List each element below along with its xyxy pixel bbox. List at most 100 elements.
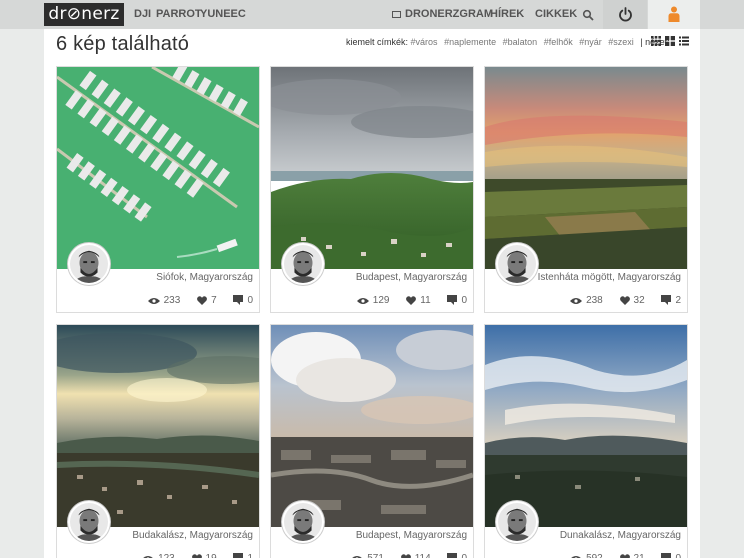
heart-icon: [406, 296, 417, 305]
comments-value: 0: [675, 553, 681, 558]
photo-location: Budapest, Magyarország: [355, 272, 467, 283]
likes-count[interactable]: 11: [406, 295, 431, 306]
author-avatar[interactable]: [496, 501, 538, 543]
nav-dronerzgram[interactable]: DRONERZGRAM: [392, 0, 493, 29]
grid-small-icon[interactable]: [651, 36, 661, 46]
comments-count[interactable]: 0: [661, 553, 681, 558]
nav-dji[interactable]: DJI: [134, 0, 151, 29]
comments-count[interactable]: 0: [447, 295, 467, 306]
views-count: 123: [142, 553, 175, 558]
nav-cikkek[interactable]: CIKKEK: [535, 0, 577, 29]
views-value: 238: [586, 295, 603, 306]
profile-button[interactable]: [648, 0, 700, 29]
comment-icon: [447, 295, 458, 305]
photo-location: Siófok, Magyarország: [156, 272, 253, 283]
photo-location: Budapest, Magyarország: [355, 530, 467, 541]
nav-parrot[interactable]: PARROT: [156, 0, 202, 29]
search-icon[interactable]: [582, 9, 594, 21]
comments-count[interactable]: 0: [447, 553, 467, 558]
page-title: 6 kép található: [56, 33, 190, 55]
list-view-icon[interactable]: [679, 36, 689, 46]
likes-value: 21: [634, 553, 645, 558]
power-icon: [619, 7, 632, 22]
eye-icon: [570, 298, 583, 304]
photo-location: Budakalász, Magyarország: [132, 530, 253, 541]
likes-count[interactable]: 114: [400, 553, 431, 558]
photo-thumbnail[interactable]: [485, 325, 687, 527]
photo-stats: 123 19 1: [128, 553, 253, 558]
tag-szexi[interactable]: #szexi: [608, 37, 634, 47]
views-value: 571: [367, 553, 384, 558]
topbar-spacer: [700, 0, 744, 29]
photo-thumbnail[interactable]: [271, 325, 473, 527]
heart-icon: [619, 554, 630, 558]
views-value: 129: [372, 295, 390, 306]
heart-icon: [400, 554, 411, 558]
likes-value: 7: [211, 295, 217, 306]
nav-yuneec[interactable]: YUNEEC: [200, 0, 246, 29]
tag-naplemente[interactable]: #naplemente: [444, 37, 496, 47]
top-navbar: dr⊘nerz DJI PARROT YUNEEC DRONERZGRAM HÍ…: [0, 0, 744, 29]
author-avatar[interactable]: [496, 243, 538, 285]
comment-icon: [233, 553, 244, 558]
comment-icon: [661, 295, 672, 305]
nav-hirek[interactable]: HÍREK: [490, 0, 524, 29]
photo-card[interactable]: Budapest, Magyarország 571 114 0: [270, 324, 474, 558]
monitor-icon: [392, 11, 401, 18]
likes-value: 19: [206, 553, 217, 558]
heart-icon: [197, 296, 208, 305]
tag-varos[interactable]: #város: [411, 37, 438, 47]
views-value: 592: [586, 553, 603, 558]
user-icon: [668, 6, 680, 22]
photo-stats: 571 114 0: [337, 553, 467, 558]
logout-button[interactable]: [603, 0, 647, 29]
likes-count[interactable]: 21: [619, 553, 645, 558]
photo-thumbnail[interactable]: [57, 325, 259, 527]
views-count: 571: [351, 553, 384, 558]
comments-value: 0: [247, 295, 253, 306]
tags-label: kiemelt címkék:: [346, 37, 409, 47]
author-avatar[interactable]: [68, 243, 110, 285]
comments-count[interactable]: 0: [233, 295, 253, 306]
author-avatar[interactable]: [282, 243, 324, 285]
heart-icon: [191, 554, 202, 558]
views-count: 238: [570, 295, 603, 306]
comments-value: 1: [247, 553, 253, 558]
comments-value: 0: [461, 553, 467, 558]
likes-count[interactable]: 7: [197, 295, 217, 306]
tag-felhok[interactable]: #felhők: [544, 37, 573, 47]
nav-dronerzgram-label: DRONERZGRAM: [405, 8, 493, 20]
eye-icon: [147, 298, 160, 304]
comments-value: 2: [675, 295, 681, 306]
comment-icon: [661, 553, 672, 558]
photo-thumbnail[interactable]: [57, 67, 259, 269]
likes-value: 32: [633, 295, 645, 306]
photo-card[interactable]: Siófok, Magyarország 233 7 0: [56, 66, 260, 313]
views-count: 592: [570, 553, 603, 558]
comments-count[interactable]: 1: [233, 553, 253, 558]
photo-location: Dunakalász, Magyarország: [559, 530, 681, 541]
dronerz-logo[interactable]: dr⊘nerz: [44, 3, 124, 26]
tag-balaton[interactable]: #balaton: [503, 37, 538, 47]
likes-count[interactable]: 32: [619, 295, 645, 306]
photo-stats: 129 11 0: [343, 295, 467, 306]
views-value: 123: [158, 553, 175, 558]
photo-stats: 238 32 2: [556, 295, 681, 306]
photo-location: Istenháta mögött, Magyarország: [537, 272, 681, 283]
likes-value: 114: [415, 553, 431, 558]
views-value: 233: [163, 295, 181, 306]
grid-large-icon[interactable]: [665, 36, 675, 46]
photo-card[interactable]: Istenháta mögött, Magyarország 238 32 2: [484, 66, 688, 313]
featured-tags: kiemelt címkék: #város #naplemente #bala…: [346, 37, 670, 47]
photo-thumbnail[interactable]: [485, 67, 687, 269]
photo-thumbnail[interactable]: [271, 67, 473, 269]
tag-nyar[interactable]: #nyár: [579, 37, 602, 47]
photo-card[interactable]: Dunakalász, Magyarország 592 21 0: [484, 324, 688, 558]
photo-card[interactable]: Budapest, Magyarország 129 11 0: [270, 66, 474, 313]
author-avatar[interactable]: [68, 501, 110, 543]
likes-count[interactable]: 19: [191, 553, 217, 558]
views-count: 233: [147, 295, 181, 306]
comments-count[interactable]: 2: [661, 295, 681, 306]
photo-card[interactable]: Budakalász, Magyarország 123 19 1: [56, 324, 260, 558]
author-avatar[interactable]: [282, 501, 324, 543]
